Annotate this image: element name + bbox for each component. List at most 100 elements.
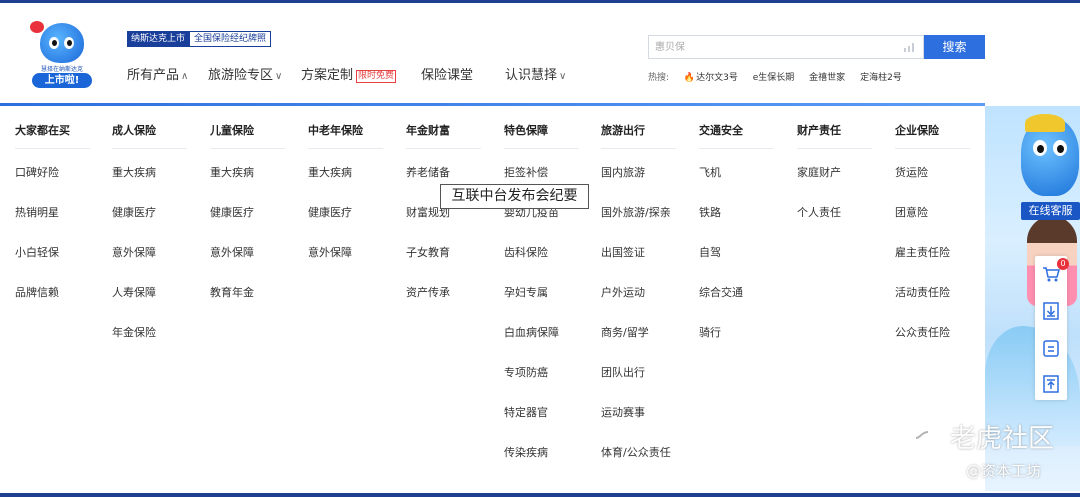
menu-item[interactable]: 体育/公众责任 xyxy=(601,444,671,460)
menu-item[interactable]: 个人责任 xyxy=(797,204,841,220)
hot-search-item[interactable]: e生保长期 xyxy=(753,73,795,83)
menu-item[interactable]: 健康医疗 xyxy=(112,204,156,220)
voice-icon[interactable] xyxy=(903,42,915,52)
menu-item[interactable]: 团队出行 xyxy=(601,364,645,380)
nav-all-products[interactable]: 所有产品 ∧ xyxy=(127,66,188,87)
online-service-button[interactable]: 在线客服 xyxy=(1021,202,1080,220)
search-input[interactable] xyxy=(649,36,901,58)
menu-item[interactable]: 子女教育 xyxy=(406,244,450,260)
hot-search-item[interactable]: 达尔文3号 xyxy=(696,73,738,83)
menu-item[interactable]: 雇主责任险 xyxy=(895,244,950,260)
menu-item[interactable]: 健康医疗 xyxy=(308,204,352,220)
menu-item[interactable]: 养老储备 xyxy=(406,164,450,180)
menu-item[interactable]: 货运险 xyxy=(895,164,928,180)
menu-item[interactable]: 齿科保险 xyxy=(504,244,548,260)
menu-item[interactable]: 热销明星 xyxy=(15,204,59,220)
menu-item[interactable]: 拒签补偿 xyxy=(504,164,548,180)
menu-item[interactable]: 口碑好险 xyxy=(15,164,59,180)
chevron-down-icon: ∨ xyxy=(559,71,567,82)
menu-divider xyxy=(15,148,90,149)
floating-sidebar xyxy=(1035,256,1067,400)
nav-label: 方案定制 xyxy=(301,68,354,83)
menu-item[interactable]: 重大疾病 xyxy=(112,164,156,180)
menu-item[interactable]: 教育年金 xyxy=(210,284,254,300)
logo-subtext: 慧择在纳斯达克 xyxy=(40,66,83,73)
tag-row: 纳斯达克上市 全国保险经纪牌照 xyxy=(127,31,272,47)
menu-item[interactable]: 家庭财产 xyxy=(797,164,841,180)
menu-item[interactable]: 意外保障 xyxy=(210,244,254,260)
menu-item[interactable]: 特定器官 xyxy=(504,404,548,420)
menu-item[interactable]: 飞机 xyxy=(699,164,721,180)
menu-column-head[interactable]: 儿童保险 xyxy=(210,122,254,138)
menu-item[interactable]: 公众责任险 xyxy=(895,324,950,340)
menu-item[interactable]: 年金保险 xyxy=(112,324,156,340)
site-logo[interactable]: 慧择在纳斯达克 上市啦! xyxy=(26,21,98,89)
menu-divider xyxy=(895,148,970,149)
chevron-down-icon: ∨ xyxy=(275,71,283,82)
menu-column-head[interactable]: 中老年保险 xyxy=(308,122,363,138)
menu-item[interactable]: 资产传承 xyxy=(406,284,450,300)
hot-search-item[interactable]: 金禧世家 xyxy=(809,73,845,83)
menu-item[interactable]: 骑行 xyxy=(699,324,721,340)
menu-item[interactable]: 重大疾病 xyxy=(308,164,352,180)
mascot-headphone-icon xyxy=(1025,114,1065,132)
menu-item[interactable]: 意外保障 xyxy=(112,244,156,260)
menu-divider xyxy=(112,148,187,149)
fire-icon: 🔥 xyxy=(683,73,696,83)
menu-column-head[interactable]: 大家都在买 xyxy=(15,122,70,138)
menu-divider xyxy=(210,148,285,149)
menu-item[interactable]: 人寿保障 xyxy=(112,284,156,300)
menu-divider xyxy=(406,148,481,149)
menu-item[interactable]: 运动赛事 xyxy=(601,404,645,420)
menu-item[interactable]: 重大疾病 xyxy=(210,164,254,180)
nasdaq-tag[interactable]: 纳斯达克上市 xyxy=(127,31,190,47)
menu-item[interactable]: 品牌信赖 xyxy=(15,284,59,300)
menu-item[interactable]: 综合交通 xyxy=(699,284,743,300)
nav-label: 旅游险专区 xyxy=(208,68,274,83)
menu-item[interactable]: 自驾 xyxy=(699,244,721,260)
menu-column-head[interactable]: 年金财富 xyxy=(406,122,450,138)
watermark-title: 老虎社区 xyxy=(950,424,1055,454)
menu-column-head[interactable]: 成人保险 xyxy=(112,122,156,138)
menu-item[interactable]: 铁路 xyxy=(699,204,721,220)
nav-about[interactable]: 认识慧择 ∨ xyxy=(505,66,566,87)
site-header: 慧择在纳斯达克 上市啦! 纳斯达克上市 全国保险经纪牌照 所有产品 ∧ 旅游险专区… xyxy=(0,3,1080,106)
nav-travel-insurance[interactable]: 旅游险专区 ∨ xyxy=(208,66,282,87)
menu-column-head[interactable]: 特色保障 xyxy=(504,122,548,138)
back-to-top-icon[interactable] xyxy=(1041,374,1061,394)
menu-item[interactable]: 户外运动 xyxy=(601,284,645,300)
logo-badge: 上市啦! xyxy=(32,73,92,88)
hot-search-label: 热搜: xyxy=(648,73,670,83)
mascot-icon xyxy=(40,23,84,63)
tooltip: 互联中台发布会纪要 xyxy=(440,184,589,209)
menu-item[interactable]: 健康医疗 xyxy=(210,204,254,220)
nav-insurance-class[interactable]: 保险课堂 xyxy=(421,66,473,86)
menu-column-head[interactable]: 财产责任 xyxy=(797,122,841,138)
menu-item[interactable]: 商务/留学 xyxy=(601,324,649,340)
download-icon[interactable] xyxy=(1041,301,1061,321)
menu-column-head[interactable]: 交通安全 xyxy=(699,122,743,138)
menu-divider xyxy=(308,148,383,149)
menu-item[interactable]: 国外旅游/探亲 xyxy=(601,204,671,220)
menu-item[interactable]: 意外保障 xyxy=(308,244,352,260)
menu-item[interactable]: 活动责任险 xyxy=(895,284,950,300)
edit-icon[interactable] xyxy=(1041,338,1061,358)
search-button[interactable]: 搜索 xyxy=(924,35,985,59)
menu-column-head[interactable]: 旅游出行 xyxy=(601,122,645,138)
menu-item[interactable]: 团意险 xyxy=(895,204,928,220)
menu-item[interactable]: 出国签证 xyxy=(601,244,645,260)
menu-divider xyxy=(504,148,579,149)
nav-custom-plan[interactable]: 方案定制 限时免费 xyxy=(301,66,397,86)
menu-item[interactable]: 专项防癌 xyxy=(504,364,548,380)
menu-item[interactable]: 孕妇专属 xyxy=(504,284,548,300)
hot-search-item[interactable]: 定海柱2号 xyxy=(860,73,902,83)
menu-column-head[interactable]: 企业保险 xyxy=(895,122,939,138)
menu-divider xyxy=(601,148,676,149)
menu-item[interactable]: 小白轻保 xyxy=(15,244,59,260)
menu-item[interactable]: 白血病保障 xyxy=(504,324,559,340)
menu-item[interactable]: 国内旅游 xyxy=(601,164,645,180)
license-tag[interactable]: 全国保险经纪牌照 xyxy=(189,31,272,47)
menu-item[interactable]: 传染疾病 xyxy=(504,444,548,460)
search-box xyxy=(648,35,924,59)
nav-label: 认识慧择 xyxy=(505,68,558,83)
